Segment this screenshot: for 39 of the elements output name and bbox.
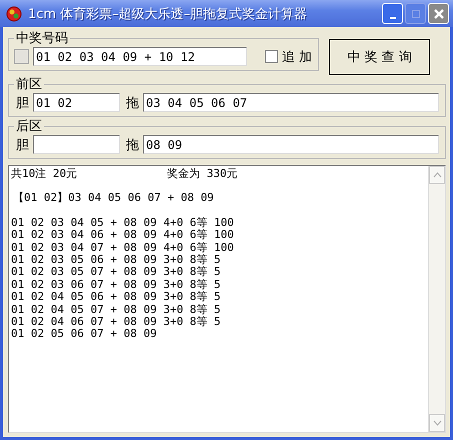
drag-field[interactable]: 03 04 05 06 07 [143,93,439,112]
status-box [14,49,29,64]
close-icon [432,8,444,20]
banker-label: 胆 [16,136,29,154]
minimize-button[interactable] [382,3,403,24]
pattern-text: 【01 02】03 04 05 06 07 + 08 09 [13,192,215,205]
close-button[interactable] [428,3,449,24]
group-label: 后区 [15,118,43,135]
minimize-icon [390,17,396,19]
scroll-down-icon[interactable] [429,414,445,432]
drag-label: 拖 [126,136,139,154]
combination-row-text: 01 02 03 04 06 + 08 09 4+0 6等 100 [11,229,235,242]
combination-row-text: 01 02 03 04 05 + 08 09 4+0 6等 100 [11,216,235,229]
prize-total-text: 奖金为 330元 [167,168,238,180]
app-icon [6,6,22,22]
combination-row-text: 01 02 04 05 06 + 08 09 3+0 8等 5 [11,291,222,304]
combination-row-text: 01 02 03 06 07 + 08 09 3+0 8等 5 [11,278,222,291]
bet-count-text: 共10注 20元 [11,168,78,180]
combination-row-text: 01 02 04 05 07 + 08 09 3+0 8等 5 [11,304,222,316]
drag-label: 拖 [126,94,139,112]
scroll-up-icon[interactable] [429,166,445,184]
combination-row-text: 01 02 03 04 07 + 08 09 4+0 6等 100 [11,242,235,254]
combination-row-text: 01 02 03 05 06 + 08 09 3+0 8等 5 [11,254,222,266]
window-title: 1cm 体育彩票–超级大乐透–胆拖复式奖金计算器 [28,6,308,22]
combination-row-text: 01 02 03 05 07 + 08 09 3+0 8等 5 [11,266,222,279]
winning-number-field[interactable]: 01 02 03 04 09 + 10 12 [33,47,247,66]
group-label: 前区 [15,76,43,93]
banker-field[interactable] [33,135,120,154]
scrollbar[interactable] [428,166,445,432]
combination-row-text: 01 02 05 06 07 + 08 09 [11,328,158,341]
add-on-label: 追 加 [282,48,312,66]
drag-field[interactable]: 08 09 [143,135,439,154]
group-label: 中奖号码 [15,30,69,47]
maximize-icon [410,8,420,18]
banker-field[interactable]: 01 02 [33,93,120,112]
combination-row-text: 01 02 04 06 07 + 08 09 3+0 8等 5 [11,316,222,328]
banker-label: 胆 [16,94,29,112]
add-on-checkbox[interactable] [265,50,278,63]
query-button[interactable]: 中 奖 查 询 [329,39,430,75]
